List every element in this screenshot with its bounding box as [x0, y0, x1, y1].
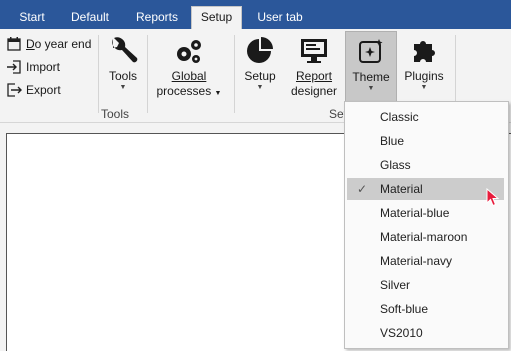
monitor-icon [301, 39, 327, 63]
plugins-label: Plugins [404, 69, 444, 83]
import-icon [7, 60, 21, 74]
setup-label: Setup [244, 69, 276, 83]
theme-menu-item-material-blue[interactable]: Material-blue [347, 202, 504, 224]
menu-item-label: Material [380, 182, 423, 196]
tab-start[interactable]: Start [10, 7, 54, 29]
do-year-end-button[interactable]: Do year end [6, 34, 98, 54]
tab-default[interactable]: Default [60, 7, 120, 29]
export-label: Export [26, 83, 61, 97]
group-separator [234, 35, 235, 113]
plugins-button[interactable]: Plugins ▼ [400, 35, 448, 101]
report-designer-button[interactable]: Report designer [287, 35, 341, 101]
group-separator [98, 35, 99, 113]
chevron-down-icon: ▼ [119, 84, 127, 91]
report-designer-label-1: Report [295, 69, 333, 83]
theme-button[interactable]: Theme ▼ [345, 31, 397, 103]
calendar-icon [7, 37, 21, 51]
menu-item-label: Material-navy [380, 254, 453, 268]
global-processes-label-1: Global [171, 69, 207, 83]
tools-group-label: Tools [101, 107, 130, 121]
import-button[interactable]: Import [6, 57, 98, 77]
global-processes-label-2: processes [156, 84, 212, 98]
theme-menu-item-silver[interactable]: Silver [347, 274, 504, 296]
menu-item-label: VS2010 [380, 326, 423, 340]
chevron-down-icon: ▼ [420, 84, 428, 91]
mouse-cursor-icon [486, 188, 500, 207]
puzzle-icon [414, 41, 435, 62]
menu-item-label: Material-blue [380, 206, 450, 220]
menu-item-label: Soft-blue [380, 302, 429, 316]
group-separator [147, 35, 148, 113]
theme-menu-item-material-maroon[interactable]: Material-maroon [347, 226, 504, 248]
tab-reports[interactable]: Reports [128, 7, 186, 29]
do-year-end-label: Do year end [26, 37, 92, 51]
gears-icon [177, 40, 201, 63]
tab-user-tab[interactable]: User tab [250, 7, 310, 29]
export-icon [7, 83, 22, 97]
import-label: Import [26, 60, 61, 74]
tab-setup[interactable]: Setup [191, 6, 242, 29]
theme-label: Theme [352, 70, 390, 84]
export-button[interactable]: Export [6, 80, 98, 100]
check-icon: ✓ [357, 182, 368, 196]
menu-item-label: Material-maroon [380, 230, 468, 244]
do-year-end-text: o year end [34, 37, 92, 51]
theme-menu-item-classic[interactable]: Classic [347, 106, 504, 128]
theme-menu-item-material-navy[interactable]: Material-navy [347, 250, 504, 272]
theme-menu-item-glass[interactable]: Glass [347, 154, 504, 176]
chevron-down-icon: ▼ [214, 90, 222, 97]
tools-button[interactable]: Tools ▼ [102, 35, 144, 101]
theme-menu-item-vs2010[interactable]: VS2010 [347, 322, 504, 344]
menu-item-label: Classic [380, 110, 419, 124]
chevron-down-icon: ▼ [256, 84, 264, 91]
tools-label: Tools [108, 69, 137, 83]
chevron-down-icon: ▼ [367, 85, 375, 92]
pie-chart-icon [247, 37, 273, 63]
theme-sparkle-icon [359, 39, 383, 63]
theme-menu-item-blue[interactable]: Blue [347, 130, 504, 152]
theme-menu-item-soft-blue[interactable]: Soft-blue [347, 298, 504, 320]
menu-item-label: Glass [380, 158, 411, 172]
theme-dropdown-menu: Classic Blue Glass ✓ Material Material-b… [344, 101, 509, 349]
theme-menu-item-material[interactable]: ✓ Material [347, 178, 504, 200]
menu-item-label: Silver [380, 278, 411, 292]
menu-item-label: Blue [380, 134, 405, 148]
wrench-icon [112, 37, 138, 63]
report-designer-label-2: designer [290, 84, 338, 98]
ribbon-tab-bar: Start Default Reports Setup User tab [0, 0, 511, 29]
setup-button[interactable]: Setup ▼ [240, 35, 280, 101]
global-processes-button[interactable]: Global processes ▼ [154, 35, 224, 101]
